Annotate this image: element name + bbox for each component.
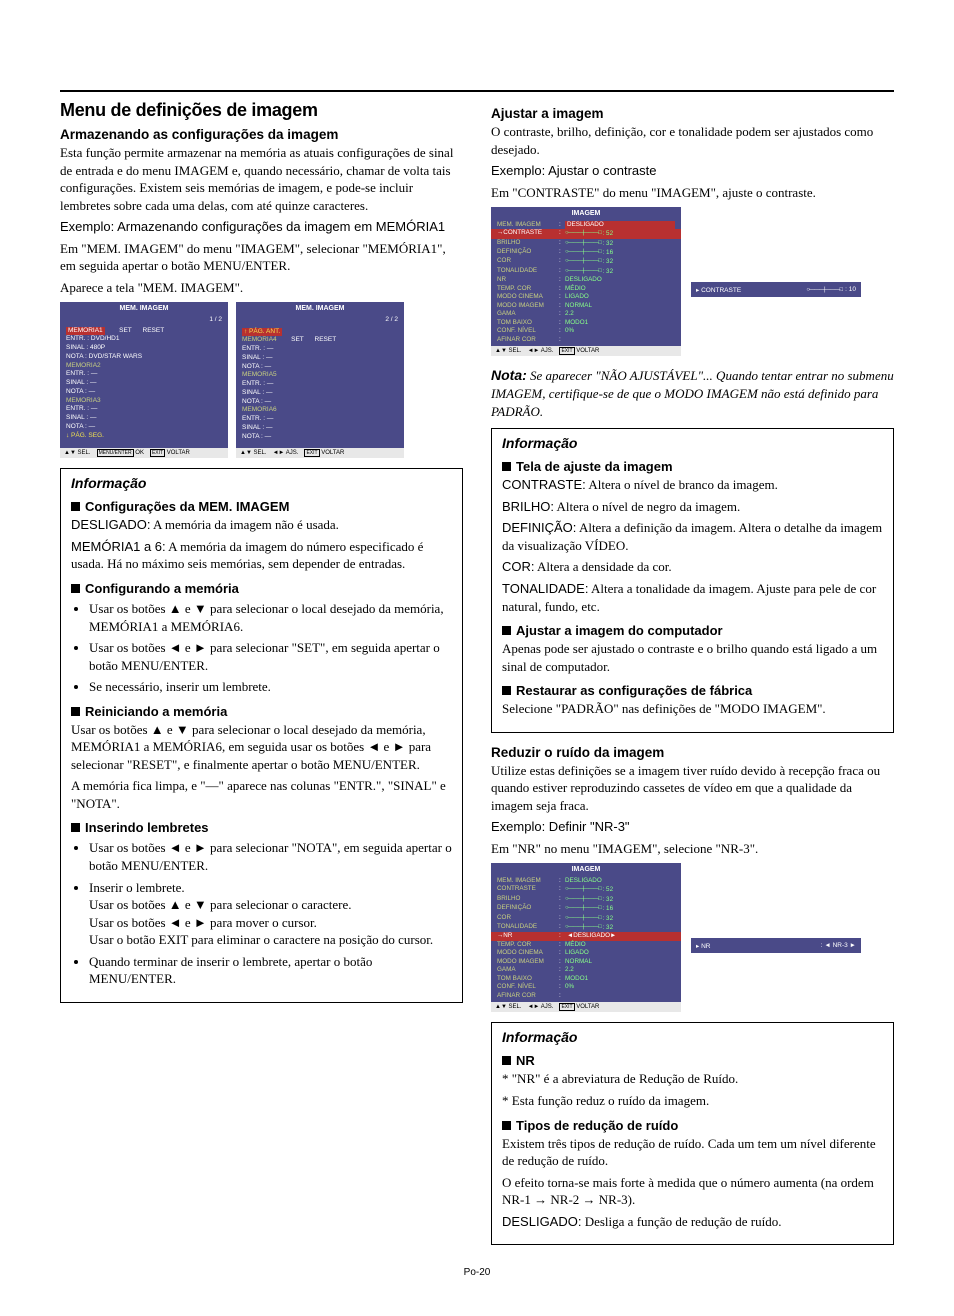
- para-step2: Aparece a tela "MEM. IMAGEM".: [60, 279, 463, 297]
- osd-row: TONALIDADE: : 32: [491, 267, 681, 276]
- page: Menu de definições de imagem Armazenando…: [0, 0, 954, 1308]
- osd-row: →CONTRASTE: : 52: [491, 229, 681, 238]
- osd-row: CONF. NÍVEL:0%: [491, 983, 681, 992]
- osd-memimg-2: MEM. IMAGEM 2 / 2 ↑ PÁG. ANT. MEMORIA4 S…: [236, 302, 404, 458]
- two-columns: Menu de definições de imagem Armazenando…: [60, 100, 894, 1245]
- osd-imagem-contrast: IMAGEM MEM. IMAGEM:DESLIGADO→CONTRASTE: …: [491, 207, 681, 356]
- osd1-mem1: MEMORIA1: [66, 327, 105, 336]
- osd-row: CONF. NÍVEL:0%: [491, 327, 681, 336]
- osd-row: MODO IMAGEM:NORMAL: [491, 958, 681, 967]
- page-number: Po-20: [60, 1267, 894, 1278]
- osd-contrast-stack: IMAGEM MEM. IMAGEM:DESLIGADO→CONTRASTE: …: [491, 207, 894, 356]
- top-rule: [60, 90, 894, 92]
- osd-row: AFINAR COR:: [491, 992, 681, 1001]
- heading-main: Menu de definições de imagem: [60, 100, 463, 121]
- infobox-mem: Informação Configurações da MEM. IMAGEM …: [60, 468, 463, 1002]
- osd-row: GAMA:2.2: [491, 310, 681, 319]
- osd-nr-stack: IMAGEM MEM. IMAGEM:DESLIGADOCONTRASTE: :…: [491, 863, 894, 1012]
- heading-nr: Reduzir o ruído da imagem: [491, 745, 894, 760]
- osd-row: DEFINIÇÃO: : 16: [491, 248, 681, 257]
- list-item: Quando terminar de inserir o lembrete, a…: [89, 953, 452, 988]
- right-column: Ajustar a imagem O contraste, brilho, de…: [491, 100, 894, 1245]
- list-item: Usar os botões ◄ e ► para selecionar "NO…: [89, 839, 452, 874]
- osd2-title: MEM. IMAGEM: [236, 302, 404, 315]
- osd-row: DEFINIÇÃO: : 16: [491, 904, 681, 913]
- info-sec3: Reiniciando a memória: [71, 704, 452, 719]
- osd-row: COR: : 32: [491, 914, 681, 923]
- osd-memimg-row: MEM. IMAGEM 1 / 2 MEMORIA1 SET RESET ENT…: [60, 302, 463, 458]
- heading-adjust: Ajustar a imagem: [491, 106, 894, 121]
- para-example: Exemplo: Armazenando configurações da im…: [60, 218, 463, 236]
- osd-row: MODO CINEMA:LIGADO: [491, 949, 681, 958]
- left-column: Menu de definições de imagem Armazenando…: [60, 100, 463, 1245]
- osd2-page: 2 / 2: [385, 316, 398, 325]
- osd-row: →NR:◄DESLIGADO►: [491, 932, 681, 941]
- para-step1: Em "MEM. IMAGEM" do menu "IMAGEM", selec…: [60, 240, 463, 275]
- osd-row: TOM BAIXO:MODO1: [491, 319, 681, 328]
- osd-mini-nr: ▸ NR : ◄ NR-3 ►: [691, 938, 861, 953]
- osd-row: BRILHO: : 32: [491, 239, 681, 248]
- osd-row: CONTRASTE: : 52: [491, 885, 681, 894]
- heading-store: Armazenando as configurações da imagem: [60, 127, 463, 142]
- osd-row: MEM. IMAGEM:DESLIGADO: [491, 877, 681, 886]
- osd-row: NR:DESLIGADO: [491, 276, 681, 285]
- osd-row: TEMP. COR:MÉDIO: [491, 941, 681, 950]
- osd-row: GAMA:2.2: [491, 966, 681, 975]
- osd-row: MODO CINEMA:LIGADO: [491, 293, 681, 302]
- osd-row: TONALIDADE: : 32: [491, 923, 681, 932]
- osd-row: AFINAR COR:: [491, 336, 681, 345]
- osd-row: MODO IMAGEM:NORMAL: [491, 302, 681, 311]
- info-hdr: Informação: [71, 475, 452, 491]
- list-item: Se necessário, inserir um lembrete.: [89, 678, 452, 696]
- osd-row: MEM. IMAGEM:DESLIGADO: [491, 221, 681, 230]
- osd-imagem-nr: IMAGEM MEM. IMAGEM:DESLIGADOCONTRASTE: :…: [491, 863, 681, 1012]
- osd-row: BRILHO: : 32: [491, 895, 681, 904]
- osd1-page: 1 / 2: [209, 316, 222, 325]
- osd-row: COR: : 32: [491, 257, 681, 266]
- osd-memimg-1: MEM. IMAGEM 1 / 2 MEMORIA1 SET RESET ENT…: [60, 302, 228, 458]
- list-item: Usar os botões ◄ e ► para selecionar "SE…: [89, 639, 452, 674]
- info-sec1: Configurações da MEM. IMAGEM: [71, 499, 452, 514]
- osd-mini-contrast: ▸ CONTRASTE : 10: [691, 282, 861, 297]
- osd-row: TEMP. COR:MÉDIO: [491, 285, 681, 294]
- infobox-nr: Informação NR * "NR" é a abreviatura de …: [491, 1022, 894, 1245]
- osd1-title: MEM. IMAGEM: [60, 302, 228, 315]
- list-item: Inserir o lembrete. Usar os botões ▲ e ▼…: [89, 879, 452, 949]
- para-intro: Esta função permite armazenar na memória…: [60, 144, 463, 214]
- list-item: Usar os botões ▲ e ▼ para selecionar o l…: [89, 600, 452, 635]
- note: Nota: Se aparecer "NÃO AJUSTÁVEL"... Qua…: [491, 366, 894, 420]
- info-sec2: Configurando a memória: [71, 581, 452, 596]
- infobox-adjust: Informação Tela de ajuste da imagem CONT…: [491, 428, 894, 732]
- info-sec4: Inserindo lembretes: [71, 820, 452, 835]
